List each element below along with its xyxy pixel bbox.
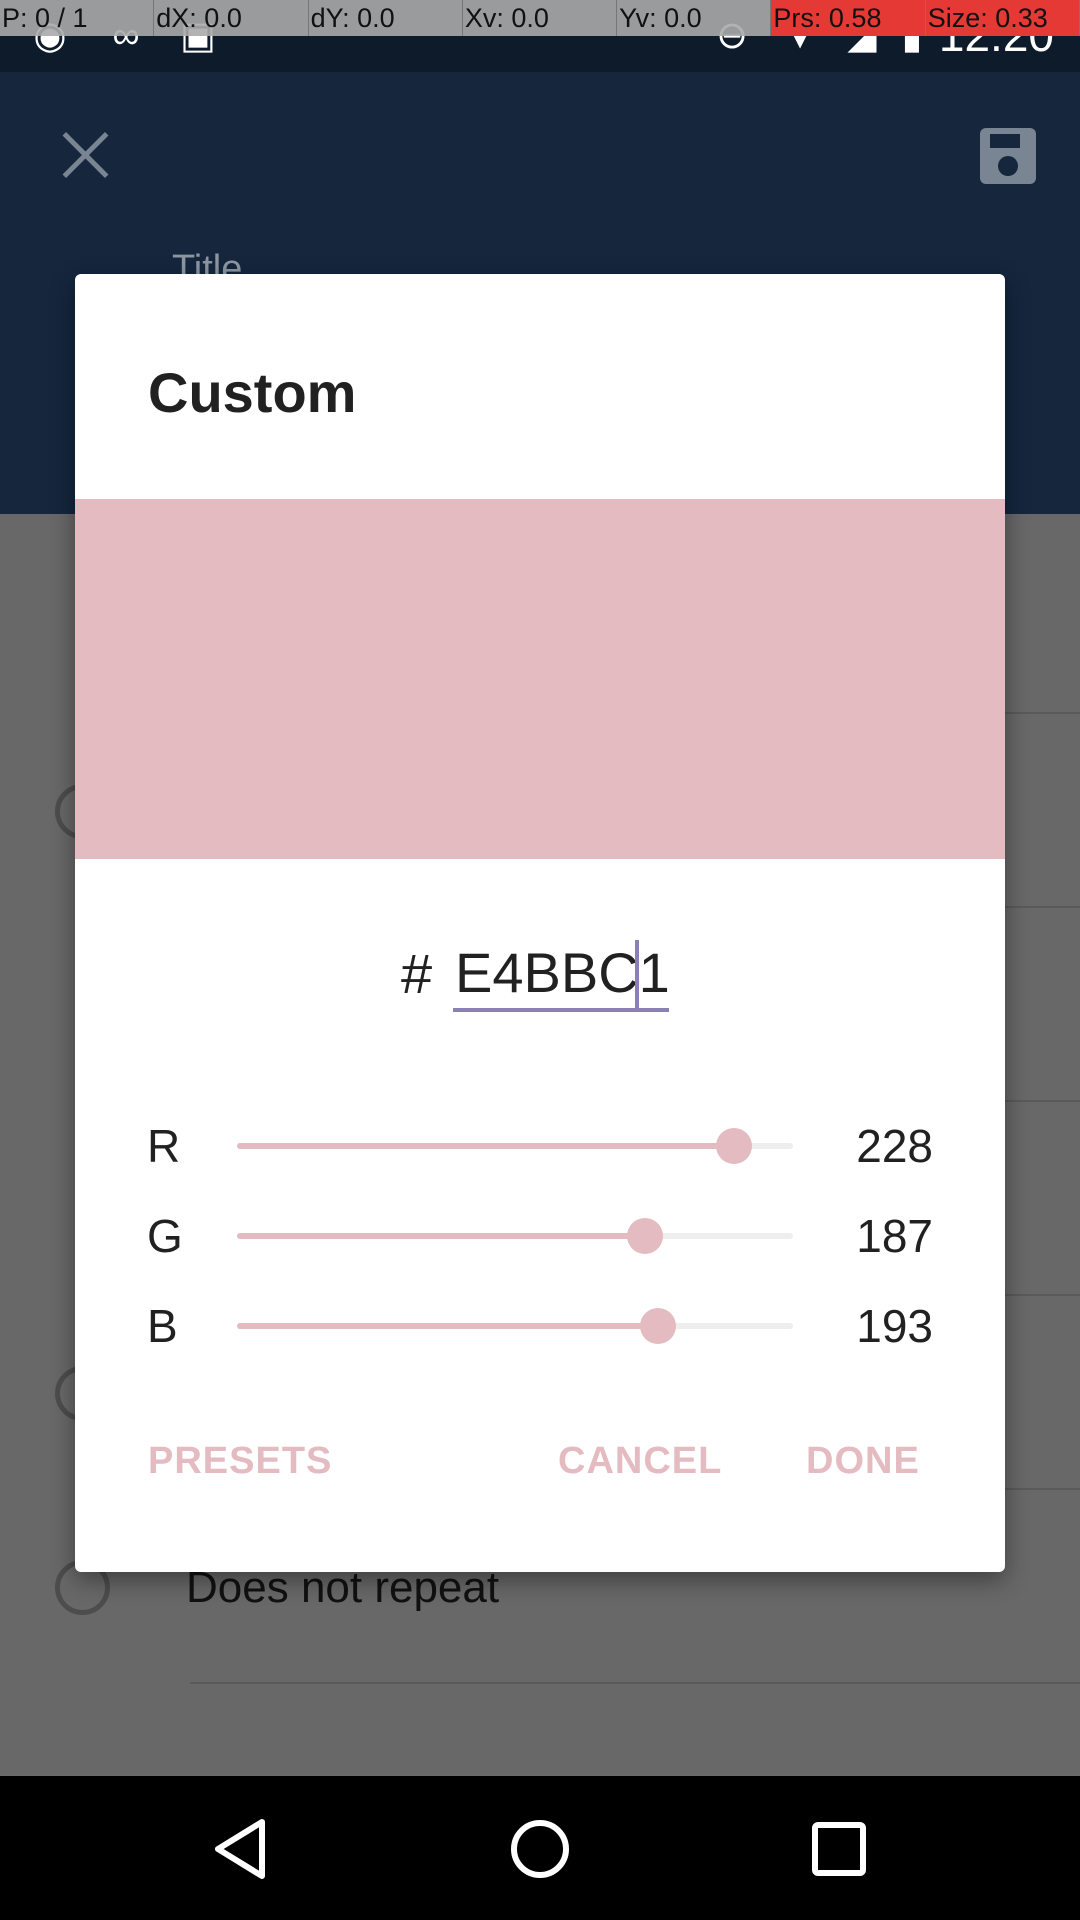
navigation-bar	[0, 1776, 1080, 1920]
dialog-title: Custom	[148, 361, 357, 424]
debug-dx: dX: 0.0	[154, 0, 309, 36]
slider-fill-r	[237, 1143, 735, 1149]
debug-size: Size: 0.33	[925, 0, 1080, 36]
debug-yv: Yv: 0.0	[617, 0, 772, 36]
color-preview	[75, 499, 1005, 859]
hex-row: #	[75, 934, 1005, 1014]
slider-value-b: 193	[856, 1300, 933, 1352]
pointer-location-overlay: P: 0 / 1 dX: 0.0 dY: 0.0 Xv: 0.0 Yv: 0.0…	[0, 0, 1080, 36]
slider-label-g: G	[147, 1210, 183, 1262]
slider-track-g[interactable]	[237, 1218, 793, 1254]
slider-thumb-r[interactable]	[716, 1128, 753, 1164]
recents-icon[interactable]	[804, 1814, 874, 1884]
slider-label-b: B	[147, 1300, 178, 1352]
slider-track-r[interactable]	[237, 1128, 793, 1164]
debug-pointer: P: 0 / 1	[0, 0, 155, 36]
slider-value-g: 187	[856, 1210, 933, 1262]
slider-red: R 228	[75, 1116, 1005, 1176]
slider-fill-g	[237, 1233, 645, 1239]
done-button[interactable]: DONE	[806, 1440, 920, 1483]
divider	[190, 1682, 1080, 1684]
slider-thumb-g[interactable]	[626, 1218, 663, 1254]
slider-label-r: R	[147, 1120, 181, 1172]
custom-color-dialog: Custom # R 228 G 187 B 193 PRESETS CANCE…	[75, 274, 1005, 1572]
debug-xv: Xv: 0.0	[462, 0, 618, 36]
close-icon[interactable]	[55, 125, 115, 185]
slider-blue: B 193	[75, 1296, 1005, 1356]
back-icon[interactable]	[206, 1814, 276, 1884]
slider-thumb-b[interactable]	[639, 1308, 676, 1344]
debug-pressure: Prs: 0.58	[771, 0, 926, 36]
hex-prefix: #	[401, 942, 433, 1005]
home-icon[interactable]	[505, 1814, 575, 1884]
presets-button[interactable]: PRESETS	[148, 1440, 332, 1483]
cancel-button[interactable]: CANCEL	[558, 1440, 722, 1483]
save-icon[interactable]	[980, 128, 1036, 184]
slider-track-b[interactable]	[237, 1308, 793, 1344]
slider-fill-b	[237, 1323, 658, 1329]
slider-green: G 187	[75, 1206, 1005, 1266]
text-cursor	[635, 940, 639, 1008]
debug-dy: dY: 0.0	[308, 0, 463, 36]
slider-value-r: 228	[856, 1120, 933, 1172]
